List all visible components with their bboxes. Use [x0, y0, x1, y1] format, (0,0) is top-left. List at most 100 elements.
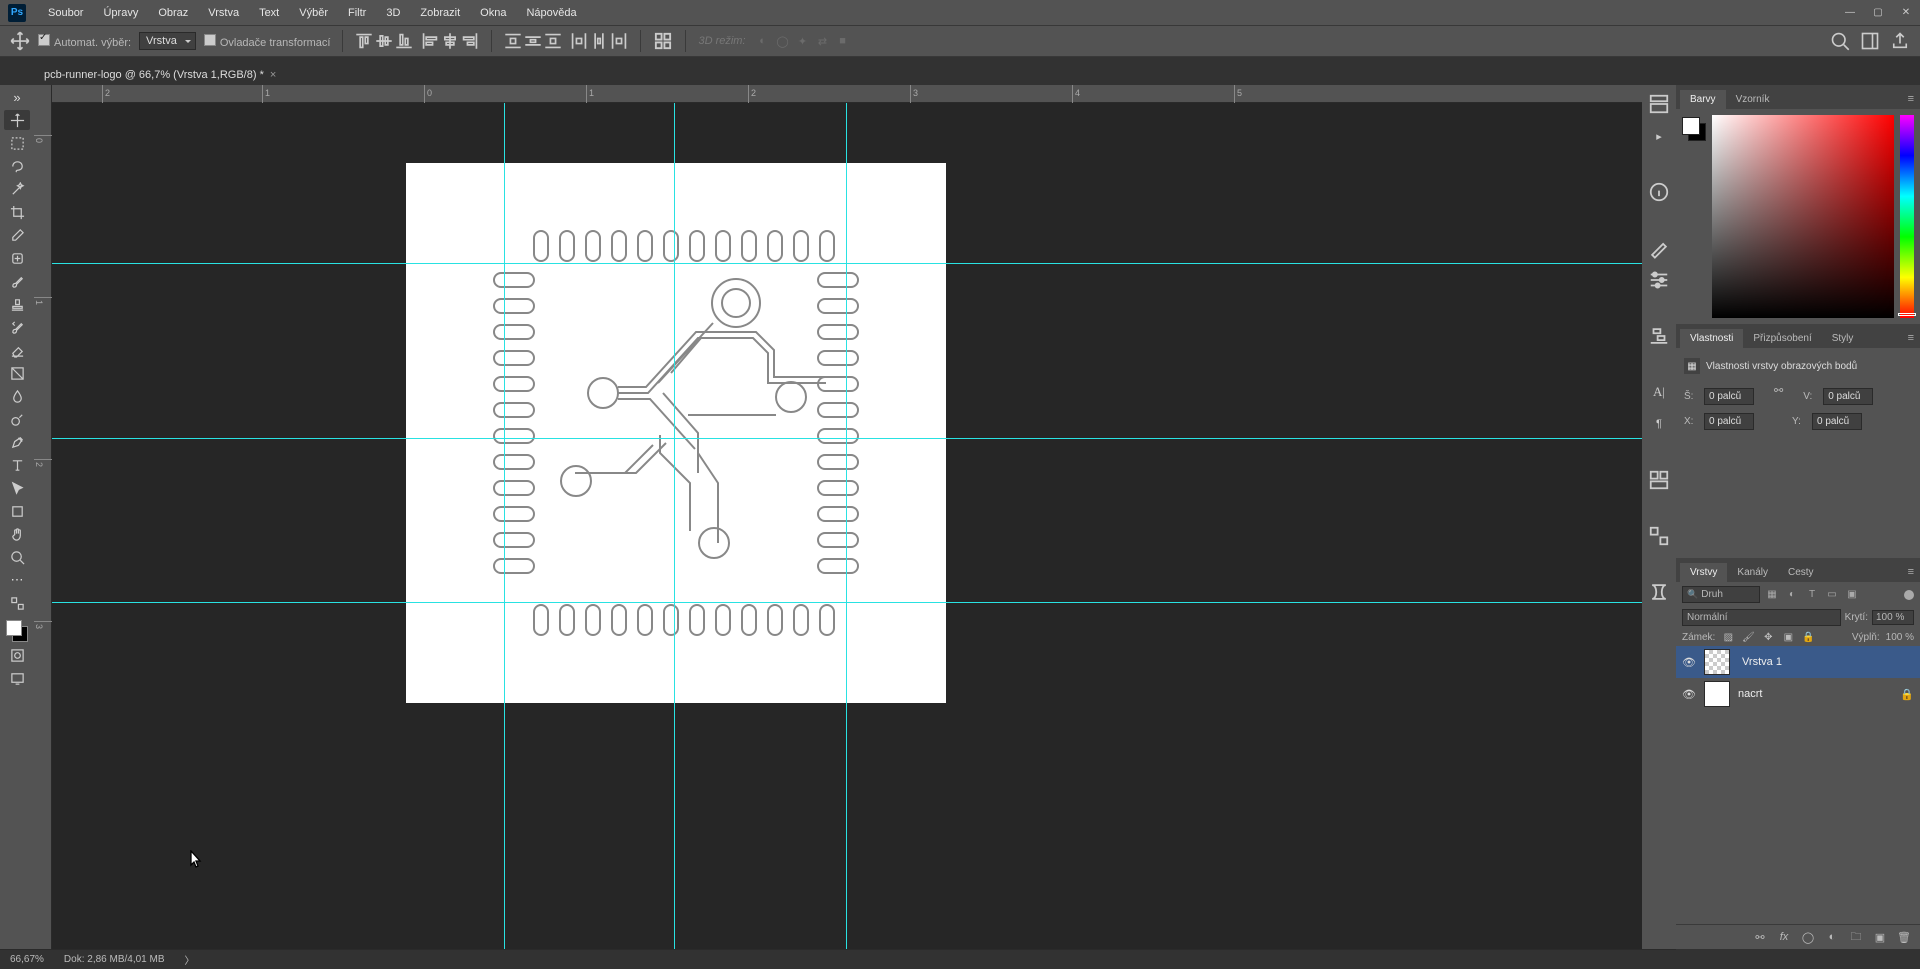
- more-align-icon[interactable]: [653, 31, 673, 51]
- workspace-switcher-icon[interactable]: [1860, 31, 1880, 51]
- tool-healing[interactable]: [4, 248, 30, 268]
- layer-name[interactable]: Vrstva 1: [1742, 656, 1782, 668]
- comments-panel-icon[interactable]: [1648, 525, 1670, 547]
- color-swatches[interactable]: [6, 620, 28, 642]
- tool-pen[interactable]: [4, 432, 30, 452]
- character-panel-icon[interactable]: A|: [1648, 381, 1670, 403]
- x-input[interactable]: [1704, 413, 1754, 430]
- opacity-value[interactable]: 100 %: [1872, 610, 1914, 625]
- layer-fx-icon[interactable]: fx: [1776, 929, 1792, 945]
- align-right-icon[interactable]: [461, 32, 479, 50]
- document-tab[interactable]: pcb-runner-logo @ 66,7% (Vrstva 1,RGB/8)…: [34, 64, 286, 85]
- filter-smart-icon[interactable]: ▣: [1844, 587, 1860, 603]
- tab-color[interactable]: Barvy: [1680, 90, 1726, 109]
- blend-mode-dropdown[interactable]: Normální: [1682, 609, 1841, 626]
- paragraph-panel-icon[interactable]: ¶: [1648, 413, 1670, 435]
- auto-select-dropdown[interactable]: Vrstva: [139, 32, 196, 50]
- tool-wand[interactable]: [4, 179, 30, 199]
- link-layers-icon[interactable]: ⚯: [1752, 929, 1768, 945]
- layers-panel-menu-icon[interactable]: ≡: [1902, 562, 1920, 582]
- lock-image-icon[interactable]: 🖌: [1741, 630, 1755, 644]
- visibility-icon[interactable]: 👁: [1682, 656, 1696, 669]
- history-panel-icon[interactable]: [1648, 93, 1670, 115]
- color-picker-field[interactable]: [1712, 115, 1894, 318]
- menu-layer[interactable]: Vrstva: [198, 0, 249, 25]
- zoom-level[interactable]: 66,67%: [10, 954, 44, 965]
- tool-marquee[interactable]: [4, 133, 30, 153]
- layer-row[interactable]: 👁 Vrstva 1: [1676, 646, 1920, 678]
- menu-help[interactable]: Nápověda: [516, 0, 586, 25]
- color-fg-bg-swatch[interactable]: [1682, 117, 1706, 141]
- tool-lasso[interactable]: [4, 156, 30, 176]
- tool-stamp[interactable]: [4, 294, 30, 314]
- layer-filter-kind[interactable]: Druh: [1682, 586, 1760, 603]
- distribute-top-icon[interactable]: [504, 32, 522, 50]
- tool-more[interactable]: ⋯: [4, 570, 30, 590]
- menu-view[interactable]: Zobrazit: [410, 0, 470, 25]
- maximize-button[interactable]: ▢: [1864, 3, 1892, 23]
- share-icon[interactable]: [1890, 31, 1910, 51]
- ruler-horizontal[interactable]: 21012345: [52, 85, 1642, 103]
- layer-mask-icon[interactable]: ◯: [1800, 929, 1816, 945]
- menu-image[interactable]: Obraz: [148, 0, 198, 25]
- tab-styles[interactable]: Styly: [1822, 329, 1864, 348]
- align-top-icon[interactable]: [355, 32, 373, 50]
- menu-edit[interactable]: Úpravy: [93, 0, 148, 25]
- transform-controls-check[interactable]: Ovladače transformací: [204, 34, 331, 49]
- actions-panel-icon[interactable]: ▸: [1648, 125, 1670, 147]
- learn-panel-icon[interactable]: [1648, 581, 1670, 603]
- tool-edit-toolbar[interactable]: [4, 593, 30, 613]
- lock-transparent-icon[interactable]: ▨: [1721, 630, 1735, 644]
- tool-gradient[interactable]: [4, 363, 30, 383]
- quickmask-icon[interactable]: [4, 645, 30, 665]
- ruler-vertical[interactable]: 0123: [34, 85, 52, 949]
- clone-source-icon[interactable]: [1648, 325, 1670, 347]
- menu-file[interactable]: Soubor: [38, 0, 93, 25]
- canvas-area[interactable]: 0123 21012345: [34, 85, 1642, 949]
- layer-thumbnail[interactable]: [1704, 649, 1730, 675]
- tool-eraser[interactable]: [4, 340, 30, 360]
- close-tab-icon[interactable]: ×: [270, 69, 276, 81]
- lock-all-icon[interactable]: 🔒: [1801, 630, 1815, 644]
- tool-brush[interactable]: [4, 271, 30, 291]
- distribute-left-icon[interactable]: [570, 32, 588, 50]
- status-arrow-icon[interactable]: 〉: [185, 952, 195, 967]
- link-wh-icon[interactable]: ⚯: [1774, 384, 1783, 409]
- distribute-bottom-icon[interactable]: [544, 32, 562, 50]
- fill-value[interactable]: 100 %: [1886, 632, 1914, 643]
- minimize-button[interactable]: —: [1836, 3, 1864, 23]
- filter-toggle[interactable]: [1904, 590, 1914, 600]
- filter-pixel-icon[interactable]: ▦: [1764, 587, 1780, 603]
- new-layer-icon[interactable]: ▣: [1872, 929, 1888, 945]
- distribute-vcenter-icon[interactable]: [524, 32, 542, 50]
- tool-history-brush[interactable]: [4, 317, 30, 337]
- menu-text[interactable]: Text: [249, 0, 289, 25]
- align-left-icon[interactable]: [421, 32, 439, 50]
- menu-filter[interactable]: Filtr: [338, 0, 376, 25]
- menu-select[interactable]: Výběr: [289, 0, 338, 25]
- tool-blur[interactable]: [4, 386, 30, 406]
- properties-panel-menu-icon[interactable]: ≡: [1902, 328, 1920, 348]
- layer-thumbnail[interactable]: [1704, 681, 1730, 707]
- tab-paths[interactable]: Cesty: [1778, 563, 1824, 582]
- delete-layer-icon[interactable]: 🗑: [1896, 929, 1912, 945]
- brushes-panel-icon[interactable]: [1648, 237, 1670, 259]
- layer-row[interactable]: 👁 nacrt 🔒: [1676, 678, 1920, 710]
- tool-path-select[interactable]: [4, 478, 30, 498]
- distribute-right-icon[interactable]: [610, 32, 628, 50]
- tool-artboard[interactable]: »: [4, 87, 30, 107]
- tool-zoom[interactable]: [4, 547, 30, 567]
- search-icon[interactable]: [1830, 31, 1850, 51]
- info-panel-icon[interactable]: [1648, 181, 1670, 203]
- new-group-icon[interactable]: 🗀: [1848, 929, 1864, 945]
- tool-type[interactable]: [4, 455, 30, 475]
- hue-slider[interactable]: [1900, 115, 1914, 318]
- tab-layers[interactable]: Vrstvy: [1680, 563, 1727, 582]
- distribute-hcenter-icon[interactable]: [590, 32, 608, 50]
- tool-shape[interactable]: [4, 501, 30, 521]
- close-button[interactable]: ✕: [1892, 3, 1920, 23]
- auto-select-check[interactable]: Automat. výběr:: [38, 34, 131, 49]
- tool-crop[interactable]: [4, 202, 30, 222]
- tool-dodge[interactable]: [4, 409, 30, 429]
- doc-size[interactable]: Dok: 2,86 MB/4,01 MB: [64, 954, 165, 965]
